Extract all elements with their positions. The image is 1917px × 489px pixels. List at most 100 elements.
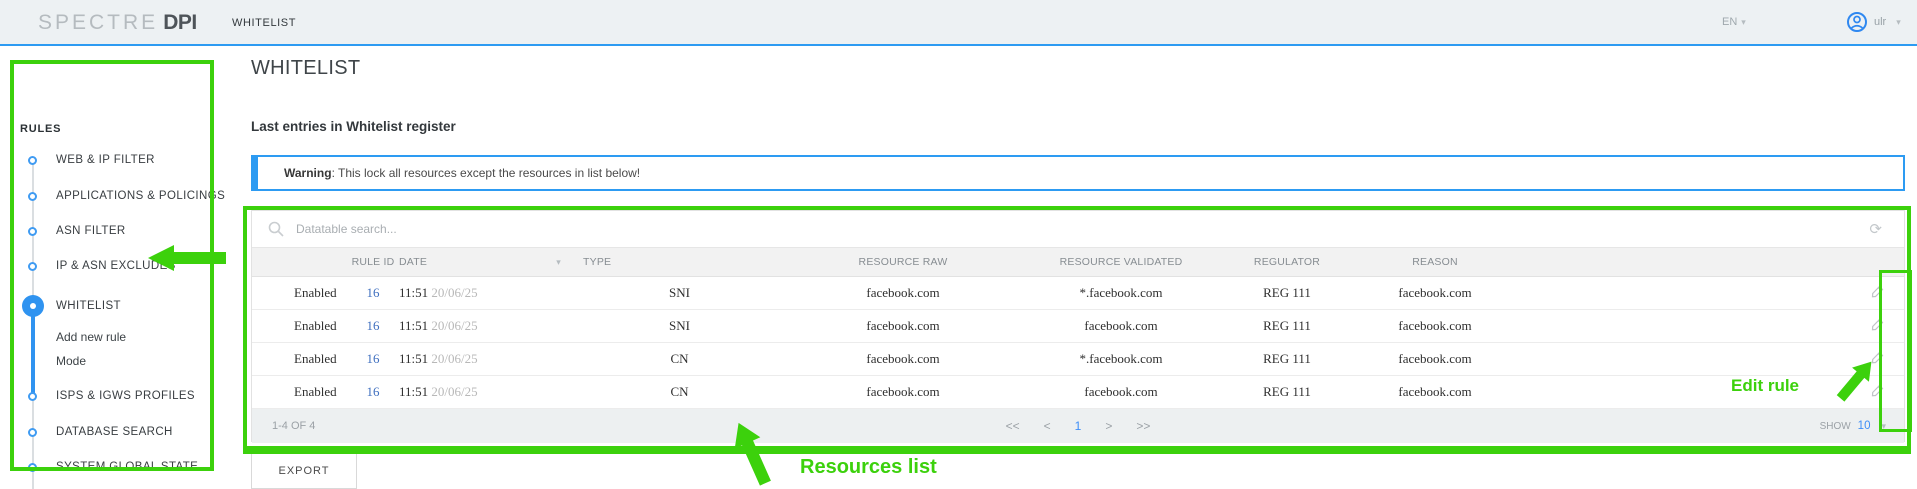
rule-id-link[interactable]: 16 (347, 318, 399, 334)
table-header-row: RULE ID DATE ▾ TYPE RESOURCE RAW RESOURC… (252, 247, 1904, 277)
row-reason: facebook.com (1358, 351, 1512, 367)
bullet-icon (28, 227, 37, 236)
row-type: SNI (579, 285, 780, 301)
warning-banner: Warning: This lock all resources except … (251, 155, 1905, 191)
warning-label: Warning (284, 166, 332, 180)
bullet-icon (28, 392, 37, 401)
sidebar-item-isps-igws-profiles[interactable]: ISPS & IGWS PROFILES (56, 388, 195, 404)
sidebar-subitem-add-new-rule[interactable]: Add new rule (56, 329, 126, 345)
row-date: 11:51 20/06/25 (399, 285, 579, 301)
pagination-current-page[interactable]: 1 (1075, 419, 1082, 433)
row-time: 11:51 (399, 285, 428, 300)
row-regulator: REG 111 (1216, 318, 1358, 334)
row-resource-raw: facebook.com (780, 384, 1026, 400)
sidebar-item-ip-asn-excludes[interactable]: IP & ASN EXCLUDES (56, 258, 176, 274)
user-avatar-icon (1846, 11, 1868, 33)
page-size-value[interactable]: 10 (1858, 420, 1871, 432)
row-regulator: REG 111 (1216, 285, 1358, 301)
search-icon (268, 221, 284, 237)
active-bullet-icon (22, 295, 44, 317)
sidebar: RULES WEB & IP FILTER APPLICATIONS & POL… (0, 48, 226, 489)
header-resource-raw[interactable]: RESOURCE RAW (780, 256, 1026, 268)
refresh-icon[interactable]: ⟳ (1869, 220, 1882, 238)
row-date: 11:51 20/06/25 (399, 351, 579, 367)
row-reason: facebook.com (1358, 318, 1512, 334)
row-status: Enabled (252, 351, 347, 367)
row-reason: facebook.com (1358, 285, 1512, 301)
show-label: SHOW (1820, 421, 1851, 432)
bullet-icon (28, 192, 37, 201)
pagination-bar: 1-4 OF 4 << < 1 > >> SHOW 10 ▾ (252, 409, 1904, 443)
user-menu[interactable]: ulr ▾ (1846, 11, 1901, 33)
warning-text: : This lock all resources except the res… (332, 166, 641, 180)
export-button[interactable]: EXPORT (251, 452, 357, 489)
header-type[interactable]: TYPE (579, 256, 780, 268)
brand-bold: DPI (163, 11, 197, 34)
row-day: 20/06/25 (431, 351, 477, 366)
sidebar-timeline-active (31, 306, 35, 396)
table-row: Enabled 16 11:51 20/06/25 CN facebook.co… (252, 343, 1904, 376)
sidebar-item-database-search[interactable]: DATABASE SEARCH (56, 424, 173, 440)
pencil-icon (1870, 317, 1885, 332)
bullet-icon (28, 156, 37, 165)
row-status: Enabled (252, 318, 347, 334)
brand-light: SPECTRE (38, 11, 158, 34)
pencil-icon (1870, 383, 1885, 398)
chevron-down-icon: ▾ (1896, 17, 1901, 28)
row-type: CN (579, 384, 780, 400)
header-regulator[interactable]: REGULATOR (1216, 256, 1358, 268)
bullet-icon (28, 463, 37, 472)
pagination-first-button[interactable]: << (1006, 419, 1020, 433)
row-resource-validated: facebook.com (1026, 384, 1216, 400)
rule-id-link[interactable]: 16 (347, 384, 399, 400)
brand-logo[interactable]: SPECTREDPI (38, 11, 197, 35)
chevron-down-icon: ▾ (1881, 421, 1886, 432)
page-title: WHITELIST (251, 57, 360, 80)
row-resource-raw: facebook.com (780, 351, 1026, 367)
bullet-icon (28, 428, 37, 437)
page-size-selector[interactable]: SHOW 10 ▾ (1820, 420, 1886, 432)
header-date-label: DATE (399, 256, 427, 268)
edit-rule-button[interactable] (1850, 317, 1904, 336)
edit-rule-button[interactable] (1850, 350, 1904, 369)
sidebar-header: RULES (20, 123, 61, 135)
row-status: Enabled (252, 285, 347, 301)
row-resource-validated: facebook.com (1026, 318, 1216, 334)
rule-id-link[interactable]: 16 (347, 285, 399, 301)
resources-table-card: Datatable search... ⟳ RULE ID DATE ▾ TYP… (251, 210, 1905, 442)
row-time: 11:51 (399, 318, 428, 333)
sidebar-subitem-mode[interactable]: Mode (56, 353, 86, 369)
pagination-last-button[interactable]: >> (1136, 419, 1150, 433)
row-time: 11:51 (399, 351, 428, 366)
pagination-prev-button[interactable]: < (1044, 419, 1051, 433)
page-subtitle: Last entries in Whitelist register (251, 119, 456, 134)
row-type: SNI (579, 318, 780, 334)
language-selector[interactable]: EN▾ (1722, 16, 1746, 28)
app-frame: SPECTREDPI WHITELIST EN▾ ulr ▾ RULES (0, 0, 1917, 489)
sidebar-item-asn-filter[interactable]: ASN FILTER (56, 223, 126, 239)
sort-descending-icon[interactable]: ▾ (556, 257, 561, 268)
table-row: Enabled 16 11:51 20/06/25 SNI facebook.c… (252, 310, 1904, 343)
sidebar-item-system-global-state[interactable]: SYSTEM GLOBAL STATE (56, 459, 198, 475)
rule-id-link[interactable]: 16 (347, 351, 399, 367)
pagination-next-button[interactable]: > (1105, 419, 1112, 433)
edit-rule-button[interactable] (1850, 383, 1904, 402)
row-time: 11:51 (399, 384, 428, 399)
row-status: Enabled (252, 384, 347, 400)
pagination-controls: << < 1 > >> (1006, 419, 1151, 433)
sidebar-item-web-ip-filter[interactable]: WEB & IP FILTER (56, 152, 155, 168)
header-resource-validated[interactable]: RESOURCE VALIDATED (1026, 256, 1216, 268)
header-reason[interactable]: REASON (1358, 256, 1512, 268)
header-date[interactable]: DATE ▾ (399, 256, 579, 268)
sidebar-item-whitelist[interactable]: WHITELIST (56, 298, 121, 314)
row-resource-raw: facebook.com (780, 285, 1026, 301)
edit-rule-button[interactable] (1850, 284, 1904, 303)
row-day: 20/06/25 (431, 318, 477, 333)
search-input[interactable]: Datatable search... (296, 222, 1869, 236)
header-rule-id[interactable]: RULE ID (347, 256, 399, 268)
sidebar-item-applications-policings[interactable]: APPLICATIONS & POLICINGS (56, 188, 225, 204)
username-label: ulr (1874, 16, 1886, 28)
language-label: EN (1722, 16, 1737, 28)
row-day: 20/06/25 (431, 285, 477, 300)
row-resource-validated: *.facebook.com (1026, 285, 1216, 301)
